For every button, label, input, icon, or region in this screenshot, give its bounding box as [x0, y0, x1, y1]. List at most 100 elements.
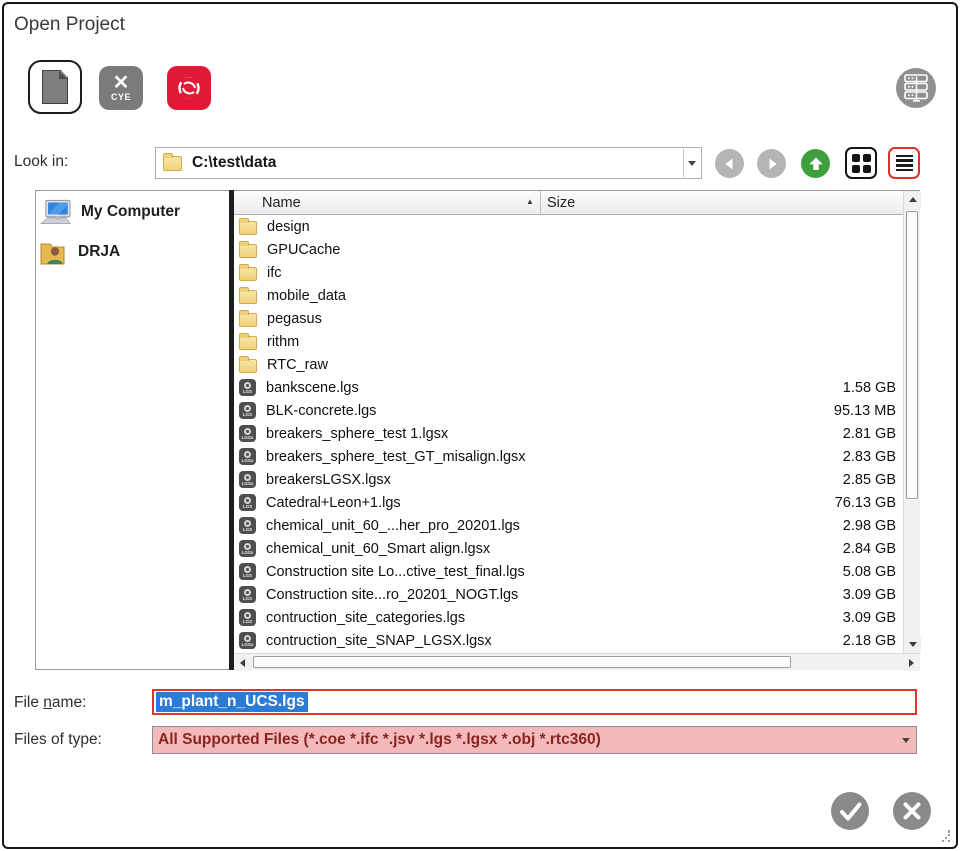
horizontal-scrollbar-thumb[interactable]: [253, 656, 791, 668]
scroll-down-button[interactable]: [904, 636, 921, 653]
file-size-cell: 2.85 GB: [843, 472, 896, 488]
table-row[interactable]: design: [234, 215, 903, 238]
document-icon: [42, 70, 68, 104]
combo-dropdown-button[interactable]: [683, 149, 700, 177]
file-size-cell: 3.09 GB: [843, 610, 896, 626]
file-name-cell: mobile_data: [267, 288, 346, 304]
file-size-cell: 2.83 GB: [843, 449, 896, 465]
lgs-file-icon: LGS: [239, 609, 256, 626]
triangle-right-icon: [909, 659, 914, 667]
new-document-button[interactable]: [28, 60, 82, 114]
look-in-combobox[interactable]: C:\test\data: [155, 147, 702, 179]
sort-ascending-icon: ▲: [526, 197, 534, 206]
lgs-file-icon: LGS: [239, 517, 256, 534]
up-directory-button[interactable]: [801, 149, 830, 178]
file-list-rows: design GPUCache ifc mobile_datapegasus rithm…: [234, 215, 903, 655]
table-row[interactable]: LGS Construction site...ro_20201_NOGT.lgs…: [234, 583, 903, 606]
selected-text: m_plant_n_UCS.lgs: [156, 692, 308, 712]
server-browse-button[interactable]: [896, 68, 936, 108]
scroll-left-button[interactable]: [234, 654, 251, 671]
arrow-up-icon: [806, 154, 826, 174]
column-header-name[interactable]: Name: [262, 195, 301, 211]
file-name-cell: contruction_site_categories.lgs: [266, 610, 465, 626]
file-name-cell: chemical_unit_60_Smart align.lgsx: [266, 541, 490, 557]
file-name-cell: RTC_raw: [267, 357, 328, 373]
table-row[interactable]: pegasus: [234, 307, 903, 330]
list-view-icon: [896, 153, 913, 174]
lgs-file-icon: LGSx: [239, 540, 256, 557]
folder-icon: [239, 336, 257, 350]
server-stack-icon: [903, 74, 929, 102]
lgs-file-icon: LGS: [239, 563, 256, 580]
table-row[interactable]: ifc: [234, 261, 903, 284]
scroll-up-button[interactable]: [904, 191, 921, 208]
file-size-cell: 2.81 GB: [843, 426, 896, 442]
arrow-left-icon: [720, 154, 740, 174]
file-name-cell: pegasus: [267, 311, 322, 327]
sidebar-item-label: DRJA: [78, 243, 120, 261]
file-name-label: File name:: [14, 694, 86, 712]
files-of-type-select[interactable]: All Supported Files (*.coe *.ifc *.jsv *…: [152, 726, 917, 754]
table-row[interactable]: GPUCache: [234, 238, 903, 261]
folder-icon: [239, 359, 257, 373]
file-name-cell: Construction site...ro_20201_NOGT.lgs: [266, 587, 518, 603]
folder-icon: [239, 313, 257, 327]
sidebar-item-drja[interactable]: DRJA: [40, 236, 120, 268]
file-name-cell: Catedral+Leon+1.lgs: [266, 495, 401, 511]
table-row[interactable]: LGSxbreakers_sphere_test_GT_misalign.lgs…: [234, 445, 903, 468]
table-row[interactable]: LGSxchemical_unit_60_Smart align.lgsx2.8…: [234, 537, 903, 560]
scroll-right-button[interactable]: [903, 654, 920, 671]
forward-button[interactable]: [757, 149, 786, 178]
user-folder-icon: [40, 239, 68, 265]
files-of-type-value: All Supported Files (*.coe *.ifc *.jsv *…: [158, 731, 601, 749]
vertical-scrollbar[interactable]: [903, 191, 920, 653]
sidebar-item-label: My Computer: [81, 203, 180, 221]
grid-view-button[interactable]: [845, 147, 877, 179]
cye-project-button[interactable]: ✕ CYE: [99, 66, 143, 110]
table-row[interactable]: LGSCatedral+Leon+1.lgs76.13 GB: [234, 491, 903, 514]
lgs-file-icon: LGS: [239, 379, 256, 396]
folder-icon: [239, 267, 257, 281]
file-name-input[interactable]: m_plant_n_UCS.lgs: [152, 689, 917, 715]
back-button[interactable]: [715, 149, 744, 178]
checkmark-icon: [831, 792, 869, 830]
cye-badge-label: CYE: [111, 92, 131, 102]
table-row[interactable]: LGSbankscene.lgs1.58 GB: [234, 376, 903, 399]
cyclone-project-button[interactable]: [167, 66, 211, 110]
file-name-cell: breakers_sphere_test 1.lgsx: [266, 426, 448, 442]
lgs-file-icon: LGS: [239, 402, 256, 419]
pane-splitter[interactable]: [229, 190, 234, 670]
chevron-down-icon: [902, 738, 910, 743]
table-row[interactable]: LGSxbreakersLGSX.lgsx2.85 GB: [234, 468, 903, 491]
file-size-cell: 2.98 GB: [843, 518, 896, 534]
list-view-button[interactable]: [888, 147, 920, 179]
sidebar-item-my-computer[interactable]: My Computer: [40, 196, 180, 228]
lgs-file-icon: LGS: [239, 586, 256, 603]
file-name-cell: GPUCache: [267, 242, 340, 258]
column-divider[interactable]: [540, 191, 541, 215]
table-row[interactable]: LGSxcontruction_site_SNAP_LGSX.lgsx2.18 …: [234, 629, 903, 652]
lgs-file-icon: LGSx: [239, 471, 256, 488]
table-row[interactable]: LGSBLK-concrete.lgs95.13 MB: [234, 399, 903, 422]
current-path: C:\test\data: [192, 154, 276, 172]
horizontal-scrollbar[interactable]: [234, 653, 920, 670]
cancel-button[interactable]: [893, 792, 931, 830]
resize-grip[interactable]: [938, 830, 950, 842]
table-row[interactable]: LGSConstruction site Lo...ctive_test_fin…: [234, 560, 903, 583]
lgs-file-icon: LGSx: [239, 632, 256, 649]
column-header-size[interactable]: Size: [547, 195, 575, 211]
table-row[interactable]: rithm: [234, 330, 903, 353]
table-row[interactable]: mobile_data: [234, 284, 903, 307]
folder-icon: [239, 221, 257, 235]
table-row[interactable]: LGS contruction_site_categories.lgs 3.09 G…: [234, 606, 903, 629]
table-row[interactable]: LGSchemical_unit_60_...her_pro_20201.lgs…: [234, 514, 903, 537]
file-name-cell: ifc: [267, 265, 282, 281]
table-row[interactable]: LGSxbreakers_sphere_test 1.lgsx2.81 GB: [234, 422, 903, 445]
table-row[interactable]: RTC_raw: [234, 353, 903, 376]
vertical-scrollbar-thumb[interactable]: [906, 211, 918, 499]
ok-button[interactable]: [831, 792, 869, 830]
computer-icon: [40, 199, 71, 226]
folder-icon: [239, 244, 257, 258]
close-icon: [893, 792, 931, 830]
file-size-cell: 1.58 GB: [843, 380, 896, 396]
